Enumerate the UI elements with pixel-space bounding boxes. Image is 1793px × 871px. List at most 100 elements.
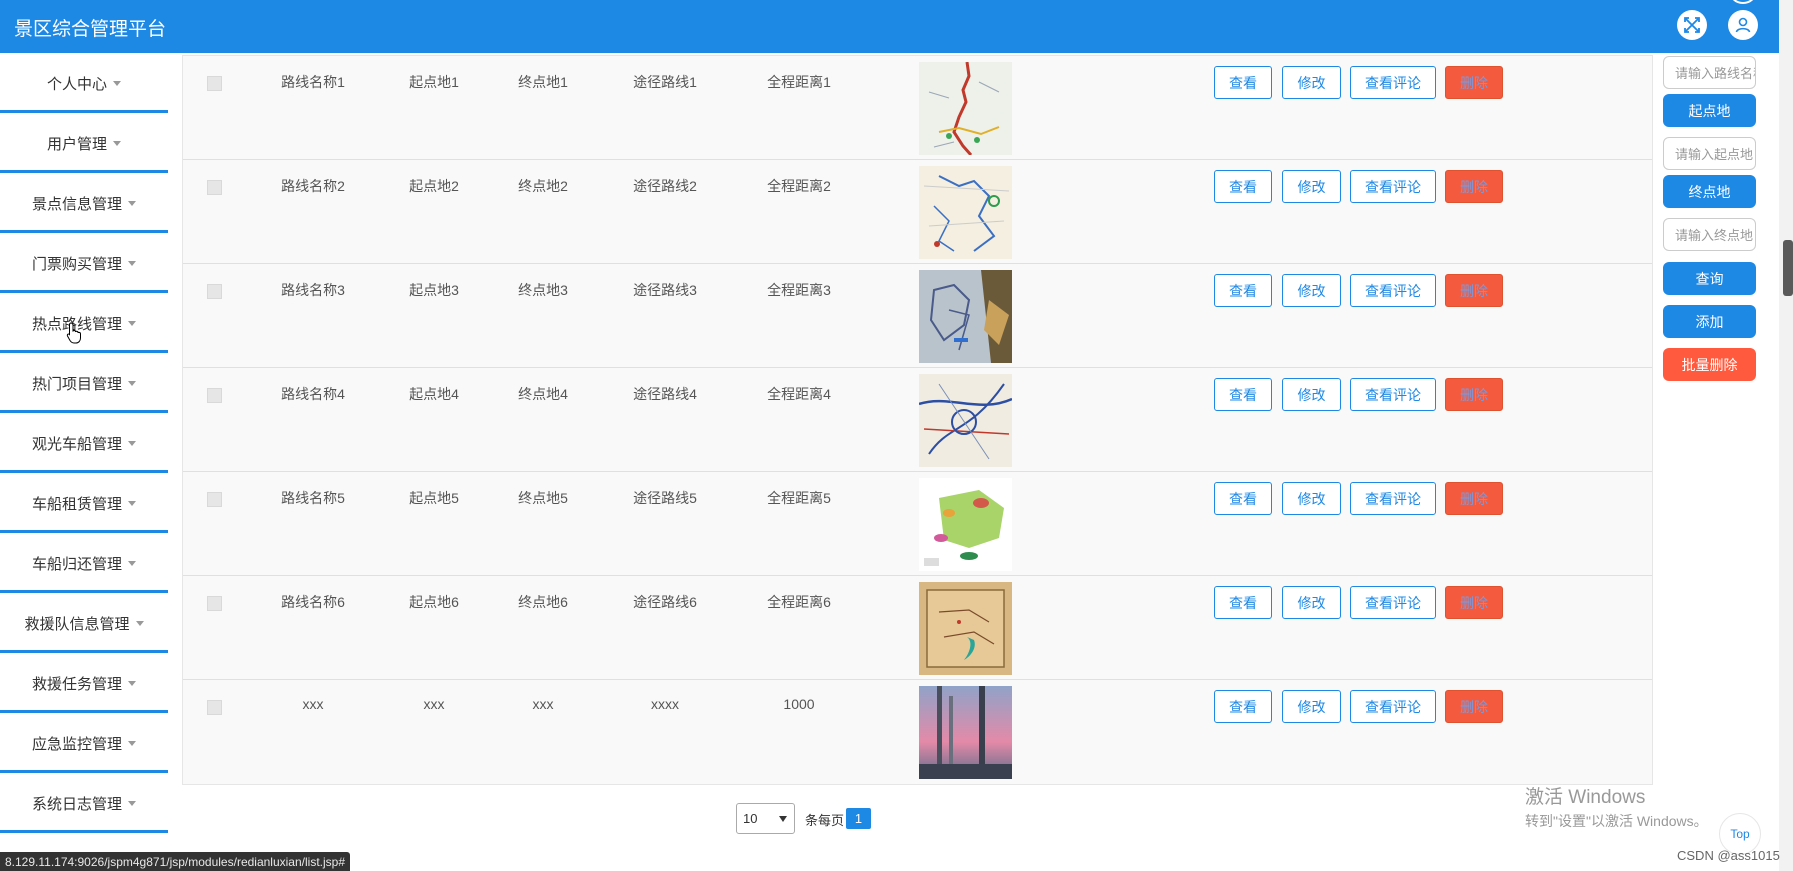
start-point-cell: 起点地6	[409, 594, 459, 610]
row-checkbox[interactable]	[207, 492, 222, 507]
delete-button[interactable]: 删除	[1445, 586, 1503, 619]
page-number-current[interactable]: 1	[846, 808, 871, 829]
route-name-cell: 路线名称6	[281, 594, 345, 610]
row-checkbox[interactable]	[207, 700, 222, 715]
route-table: 路线名称1 起点地1 终点地1 途径路线1 全程距离1 查看 修改 查看评论 删…	[182, 55, 1653, 785]
route-photo-thumbnail	[919, 686, 1012, 779]
row-checkbox[interactable]	[207, 596, 222, 611]
caret-down-icon	[128, 260, 136, 266]
row-checkbox[interactable]	[207, 76, 222, 91]
row-checkbox[interactable]	[207, 284, 222, 299]
app-title: 景区综合管理平台	[14, 19, 167, 40]
start-point-cell: 起点地1	[409, 74, 459, 90]
start-point-search-input[interactable]: 请输入起点地	[1663, 137, 1756, 170]
sidebar-item-ticket-purchase[interactable]: 门票购买管理	[0, 233, 168, 293]
start-point-label-button[interactable]: 起点地	[1663, 94, 1756, 127]
sidebar-item-rescue-team[interactable]: 救援队信息管理	[0, 593, 168, 653]
sidebar-menu: 个人中心 用户管理 景点信息管理 门票购买管理 热点路线管理 热门项目管理 观光…	[0, 53, 168, 833]
route-map-thumbnail	[919, 270, 1012, 363]
view-button[interactable]: 查看	[1214, 274, 1272, 307]
edit-button[interactable]: 修改	[1282, 378, 1341, 411]
distance-cell: 全程距离5	[767, 490, 831, 506]
sidebar-item-label: 系统日志管理	[31, 795, 122, 813]
row-checkbox[interactable]	[207, 388, 222, 403]
sidebar-item-hot-routes[interactable]: 热点路线管理	[0, 293, 168, 353]
user-icon	[1735, 17, 1751, 33]
view-button[interactable]: 查看	[1214, 378, 1272, 411]
via-route-cell: 途径路线4	[633, 386, 697, 402]
view-button[interactable]: 查看	[1214, 170, 1272, 203]
delete-button[interactable]: 删除	[1445, 482, 1503, 515]
route-map-thumbnail	[919, 62, 1012, 155]
view-button[interactable]: 查看	[1214, 66, 1272, 99]
view-comments-button[interactable]: 查看评论	[1350, 482, 1436, 515]
user-button[interactable]	[1728, 10, 1758, 40]
delete-button[interactable]: 删除	[1445, 274, 1503, 307]
header-peek-circle	[1728, 0, 1758, 4]
start-point-cell: 起点地2	[409, 178, 459, 194]
start-point-cell: 起点地4	[409, 386, 459, 402]
route-name-cell: 路线名称4	[281, 386, 345, 402]
end-point-cell: 终点地6	[518, 594, 568, 610]
sidebar-item-rescue-tasks[interactable]: 救援任务管理	[0, 653, 168, 713]
via-route-cell: 途径路线2	[633, 178, 697, 194]
edit-button[interactable]: 修改	[1282, 170, 1341, 203]
caret-down-icon	[128, 380, 136, 386]
view-comments-button[interactable]: 查看评论	[1350, 690, 1436, 723]
route-name-cell: xxx	[302, 696, 324, 712]
batch-delete-button[interactable]: 批量删除	[1663, 348, 1756, 381]
sidebar-item-label: 车船归还管理	[31, 555, 122, 573]
sidebar-item-label: 景点信息管理	[31, 195, 122, 213]
view-comments-button[interactable]: 查看评论	[1350, 170, 1436, 203]
sidebar-item-scenic-info[interactable]: 景点信息管理	[0, 173, 168, 233]
delete-button[interactable]: 删除	[1445, 170, 1503, 203]
end-point-cell: 终点地4	[518, 386, 568, 402]
chevron-down-icon	[779, 816, 787, 822]
sidebar-item-emergency-monitoring[interactable]: 应急监控管理	[0, 713, 168, 773]
route-name-search-input[interactable]: 请输入路线名称	[1663, 56, 1756, 89]
page-size-select[interactable]: 10	[736, 803, 795, 834]
page-scrollbar-track[interactable]	[1779, 0, 1793, 871]
sidebar-item-user-management[interactable]: 用户管理	[0, 113, 168, 173]
view-button[interactable]: 查看	[1214, 690, 1272, 723]
end-point-label-button[interactable]: 终点地	[1663, 175, 1756, 208]
end-point-cell: 终点地5	[518, 490, 568, 506]
view-button[interactable]: 查看	[1214, 586, 1272, 619]
view-comments-button[interactable]: 查看评论	[1350, 586, 1436, 619]
sidebar-item-hot-projects[interactable]: 热门项目管理	[0, 353, 168, 413]
caret-down-icon	[128, 500, 136, 506]
edit-button[interactable]: 修改	[1282, 482, 1341, 515]
via-route-cell: 途径路线5	[633, 490, 697, 506]
start-point-cell: 起点地3	[409, 282, 459, 298]
view-comments-button[interactable]: 查看评论	[1350, 66, 1436, 99]
via-route-cell: xxxx	[651, 696, 679, 712]
query-button[interactable]: 查询	[1663, 262, 1756, 295]
view-button[interactable]: 查看	[1214, 482, 1272, 515]
sidebar-item-vehicle-rental[interactable]: 车船租赁管理	[0, 473, 168, 533]
distance-cell: 全程距离3	[767, 282, 831, 298]
edit-button[interactable]: 修改	[1282, 274, 1341, 307]
sidebar-item-personal-center[interactable]: 个人中心	[0, 53, 168, 113]
start-point-cell: xxx	[423, 696, 445, 712]
sidebar-item-vehicle-return[interactable]: 车船归还管理	[0, 533, 168, 593]
delete-button[interactable]: 删除	[1445, 378, 1503, 411]
table-row: 路线名称5 起点地5 终点地5 途径路线5 全程距离5 查看 修改 查看评论 删…	[183, 472, 1652, 576]
edit-button[interactable]: 修改	[1282, 66, 1341, 99]
edit-button[interactable]: 修改	[1282, 690, 1341, 723]
delete-button[interactable]: 删除	[1445, 66, 1503, 99]
app-root: 景区综合管理平台 个人中心 用户管理 景点信息管理 门票购买管理 热点路线管理 …	[0, 0, 1793, 871]
delete-button[interactable]: 删除	[1445, 690, 1503, 723]
via-route-cell: 途径路线3	[633, 282, 697, 298]
page-scrollbar-thumb[interactable]	[1783, 240, 1793, 296]
sidebar-item-label: 应急监控管理	[31, 735, 122, 753]
view-comments-button[interactable]: 查看评论	[1350, 378, 1436, 411]
row-checkbox[interactable]	[207, 180, 222, 195]
sidebar-item-sightseeing-vehicles[interactable]: 观光车船管理	[0, 413, 168, 473]
sidebar-item-system-logs[interactable]: 系统日志管理	[0, 773, 168, 833]
edit-button[interactable]: 修改	[1282, 586, 1341, 619]
end-point-search-input[interactable]: 请输入终点地	[1663, 218, 1756, 251]
view-comments-button[interactable]: 查看评论	[1350, 274, 1436, 307]
table-row: 路线名称6 起点地6 终点地6 途径路线6 全程距离6 查看 修改 查看评论 删…	[183, 576, 1652, 680]
fullscreen-button[interactable]	[1677, 10, 1707, 40]
add-button[interactable]: 添加	[1663, 305, 1756, 338]
